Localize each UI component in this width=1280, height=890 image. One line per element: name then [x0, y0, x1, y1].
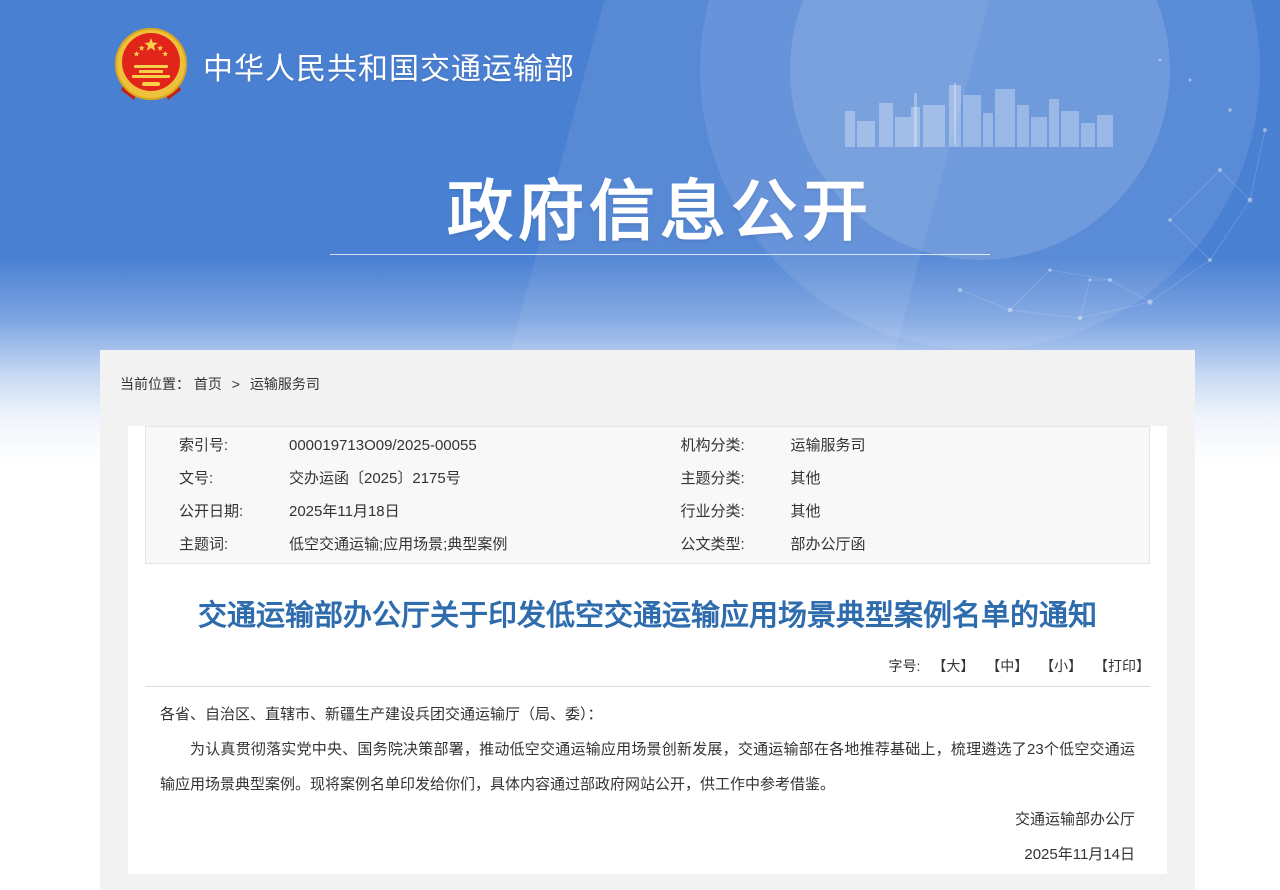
document-panel: 索引号: 000019713O09/2025-00055 机构分类: 运输服务司… — [128, 426, 1167, 874]
content-panel: 当前位置： 首页 > 运输服务司 索引号: 000019713O09/2025-… — [100, 350, 1195, 890]
font-size-medium-button[interactable]: 【中】 — [986, 658, 1028, 674]
breadcrumb: 当前位置： 首页 > 运输服务司 — [100, 350, 1195, 414]
document-body: 各省、自治区、直辖市、新疆生产建设兵团交通运输厅（局、委）： 为认真贯彻落实党中… — [160, 697, 1135, 872]
meta-row-index-no: 索引号: 000019713O09/2025-00055 — [146, 429, 648, 462]
breadcrumb-label: 当前位置： — [120, 376, 190, 392]
font-size-label: 字号: — [889, 658, 921, 674]
meta-row-publish-date: 公开日期: 2025年11月18日 — [146, 495, 648, 528]
metadata-table: 索引号: 000019713O09/2025-00055 机构分类: 运输服务司… — [145, 426, 1150, 564]
banner-underline — [330, 254, 990, 255]
meta-row-org-category: 机构分类: 运输服务司 — [648, 429, 1150, 462]
meta-row-industry-category: 行业分类: 其他 — [648, 495, 1150, 528]
national-emblem-icon — [113, 26, 189, 106]
meta-row-doc-type: 公文类型: 部办公厅函 — [648, 528, 1150, 561]
site-name: 中华人民共和国交通运输部 — [203, 44, 575, 88]
document-title: 交通运输部办公厅关于印发低空交通运输应用场景典型案例名单的通知 — [168, 598, 1127, 634]
meta-row-keywords: 主题词: 低空交通运输;应用场景;典型案例 — [146, 528, 648, 561]
print-button[interactable]: 【打印】 — [1094, 658, 1150, 674]
breadcrumb-separator: > — [232, 376, 240, 392]
banner-title: 政府信息公开 — [100, 158, 1220, 254]
signature: 交通运输部办公厅 — [160, 802, 1135, 837]
breadcrumb-current-link[interactable]: 运输服务司 — [250, 376, 320, 392]
salutation: 各省、自治区、直辖市、新疆生产建设兵团交通运输厅（局、委）： — [160, 697, 1135, 732]
site-logo: 中华人民共和国交通运输部 — [113, 26, 575, 106]
title-separator — [145, 686, 1150, 687]
meta-row-doc-no: 文号: 交办运函〔2025〕2175号 — [146, 462, 648, 495]
body-paragraph: 为认真贯彻落实党中央、国务院决策部署，推动低空交通运输应用场景创新发展，交通运输… — [160, 732, 1135, 802]
page-header: 中华人民共和国交通运输部 政府信息公开 — [0, 0, 1280, 350]
city-skyline-icon — [845, 83, 1115, 147]
font-size-small-button[interactable]: 【小】 — [1040, 658, 1082, 674]
signature-date: 2025年11月14日 — [160, 837, 1135, 872]
font-size-large-button[interactable]: 【大】 — [932, 658, 974, 674]
breadcrumb-home-link[interactable]: 首页 — [194, 376, 222, 392]
meta-row-topic-category: 主题分类: 其他 — [648, 462, 1150, 495]
font-size-controls: 字号: 【大】 【中】 【小】 【打印】 — [145, 656, 1150, 676]
